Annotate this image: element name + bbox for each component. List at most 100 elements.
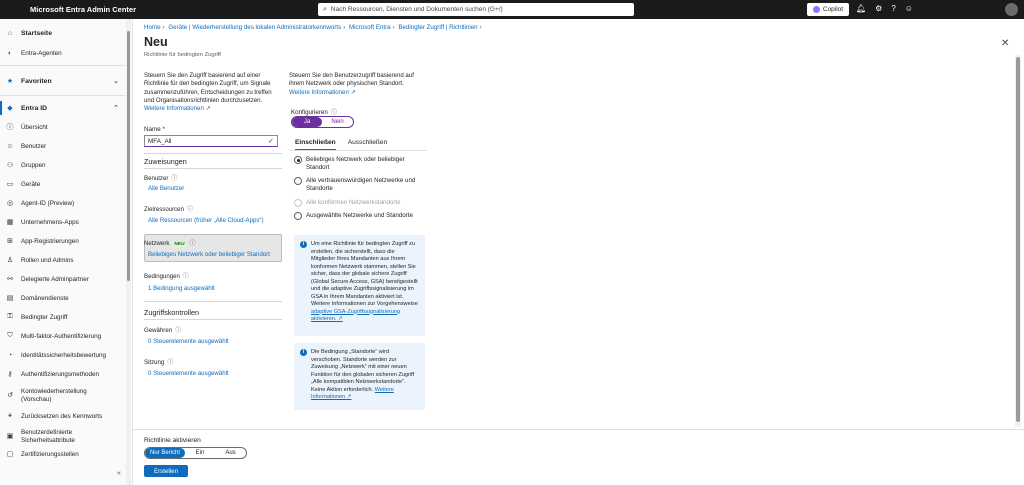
network-learn-more-link[interactable]: Weitere Informationen ↗	[289, 89, 356, 96]
domain-icon: ▤	[6, 295, 14, 302]
chevron-down-icon: ⌄	[113, 78, 119, 85]
divider	[144, 153, 282, 154]
users-link[interactable]: Alle Benutzer	[148, 185, 184, 192]
enable-policy-switch[interactable]: Nur Bericht Ein Aus	[144, 447, 247, 459]
divider	[133, 429, 1024, 430]
sidebar-item-secure-score[interactable]: ◔ Identitätssicherheitsbewertung	[0, 347, 125, 363]
sidebar-item-agent-id[interactable]: ◎ Agent-ID (Preview)	[0, 195, 125, 211]
close-icon[interactable]: ✕	[1001, 38, 1009, 49]
sidebar-item-favorites[interactable]: ★ Favoriten ⌄	[0, 73, 125, 89]
breadcrumb-ca-policies[interactable]: Bedingter Zugriff | Richtlinien	[398, 24, 477, 31]
top-bar: Microsoft Entra Admin Center ⌕ Nach Ress…	[0, 0, 1024, 19]
session-label-text: Sitzung	[144, 359, 165, 366]
tab-include[interactable]: Einschließen	[295, 139, 336, 150]
learn-more-link[interactable]: Weitere Informationen ↗	[144, 105, 211, 112]
network-link[interactable]: Beliebiges Netzwerk oder beliebiger Stan…	[148, 251, 270, 258]
toggle-no[interactable]: Nein	[322, 117, 353, 127]
create-button[interactable]: Erstellen	[144, 465, 188, 477]
breadcrumb-entra[interactable]: Microsoft Entra	[349, 24, 391, 31]
certificate-icon: ▢	[6, 451, 14, 458]
info-icon[interactable]: ⓘ	[190, 241, 196, 247]
info-icon[interactable]: ⓘ	[183, 274, 189, 280]
session-link[interactable]: 0 Steuerelemente ausgewählt	[148, 370, 229, 377]
feedback-icon[interactable]: ☺	[905, 4, 913, 13]
option-off[interactable]: Aus	[215, 450, 246, 456]
sidebar-item-conditional-access[interactable]: ⚿ Bedingter Zugriff	[0, 309, 125, 325]
info-icon[interactable]: ⓘ	[331, 109, 337, 116]
sidebar-item-entra-id[interactable]: ◆ Entra ID ⌃	[0, 100, 125, 116]
sidebar-item-domain-services[interactable]: ▤ Domänendienste	[0, 290, 125, 306]
bell-icon[interactable]: 🔔︎	[856, 4, 866, 13]
grant-link[interactable]: 0 Steuerelemente ausgewählt	[148, 338, 229, 345]
breadcrumb-devices[interactable]: Geräte | Wiederherstellung des lokalen A…	[168, 24, 341, 31]
info-icon: i	[300, 241, 307, 248]
gsa-info-link[interactable]: adaptive GSA-Zugriffssignalisierung akti…	[311, 309, 400, 323]
info-icon[interactable]: ⓘ	[175, 328, 181, 334]
name-input[interactable]: MFA_All ✓	[144, 135, 278, 147]
assignments-heading: Zuweisungen	[144, 157, 187, 166]
sidebar-item-label: Authentifizierungsmethoden	[21, 370, 100, 378]
breadcrumb-home[interactable]: Home	[144, 24, 161, 31]
option-report-only[interactable]: Nur Bericht	[145, 448, 185, 458]
radio-any-network[interactable]: Beliebiges Netzwerk oder beliebiger Stan…	[294, 156, 429, 172]
name-label: Name *	[144, 126, 165, 133]
radio-trusted-networks[interactable]: Alle vertrauenswürdigen Netzwerke und St…	[294, 177, 429, 193]
sidebar-item-custom-attributes[interactable]: ▣ Benutzerdefinierte Sicherheitsattribute	[0, 426, 125, 448]
conditions-label: Bedingungen ⓘ	[144, 271, 189, 280]
info-icon: ⓘ	[6, 124, 14, 131]
radio-button[interactable]	[294, 212, 302, 220]
radio-selected-networks[interactable]: Ausgewählte Netzwerke und Standorte	[294, 212, 429, 220]
targets-link[interactable]: Alle Ressourcen (früher „Alle Cloud-Apps…	[148, 217, 264, 224]
toggle-yes[interactable]: Ja	[292, 117, 322, 127]
sidebar-item-partners[interactable]: ⚯ Delegierte Adminpartner	[0, 271, 125, 287]
locations-info-text: Die Bedingung „Standorte“ wird verschobe…	[311, 349, 415, 393]
sidebar-item-auth-methods[interactable]: ⚷ Authentifizierungsmethoden	[0, 366, 125, 382]
sidebar-item-certificate-authorities[interactable]: ▢ Zertifizierungsstellen	[0, 446, 125, 462]
sidebar-item-users[interactable]: ☺ Benutzer	[0, 138, 125, 154]
sidebar-item-overview[interactable]: ⓘ Übersicht	[0, 119, 125, 135]
sidebar-item-groups[interactable]: ⚇ Gruppen	[0, 157, 125, 173]
sidebar-item-enterprise-apps[interactable]: ▦ Unternehmens-Apps	[0, 214, 125, 230]
divider	[0, 95, 125, 96]
sidebar-item-mfa[interactable]: ⛉ Multi-faktor-Authentifizierung	[0, 328, 125, 344]
scrollbar-thumb[interactable]	[1016, 57, 1020, 422]
sidebar-item-label: Bedingter Zugriff	[21, 313, 68, 321]
sidebar-item-roles[interactable]: ♙ Rollen und Admins	[0, 252, 125, 268]
sidebar-item-home[interactable]: ⌂ Startseite	[0, 25, 125, 41]
search-input[interactable]: ⌕ Nach Ressourcen, Diensten und Dokument…	[318, 3, 634, 16]
sidebar-item-label: Entra ID	[21, 104, 48, 112]
content-scrollbar[interactable]	[1015, 55, 1021, 427]
sidebar-item-account-recovery[interactable]: ↺ Kontowiederherstellung (Vorschau)	[0, 385, 125, 407]
policy-intro: Steuern Sie den Zugriff basierend auf ei…	[144, 72, 282, 113]
collapse-sidebar-icon[interactable]: «	[117, 470, 121, 477]
avatar[interactable]	[1005, 3, 1018, 16]
option-on[interactable]: Ein	[185, 450, 215, 456]
conditions-link[interactable]: 1 Bedingung ausgewählt	[148, 285, 215, 292]
page-title: Neu	[144, 35, 168, 49]
sidebar-item-app-registrations[interactable]: ⊞ App-Registrierungen	[0, 233, 125, 249]
info-icon[interactable]: ⓘ	[171, 176, 177, 182]
sidebar-item-label: Unternehmens-Apps	[21, 218, 79, 226]
sidebar-item-password-reset[interactable]: ⚹ Zurücksetzen des Kennworts	[0, 408, 125, 424]
session-label: Sitzung ⓘ	[144, 357, 173, 366]
sidebar-scrollbar[interactable]	[126, 19, 131, 485]
sidebar-item-devices[interactable]: ▭ Geräte	[0, 176, 125, 192]
radio-button[interactable]	[294, 156, 302, 164]
sidebar-item-entra-agents[interactable]: ◐ Entra-Agenten	[0, 45, 125, 61]
gear-icon[interactable]: ⚙	[875, 4, 882, 13]
tab-exclude[interactable]: Ausschließen	[348, 139, 388, 150]
info-icon[interactable]: ⓘ	[167, 360, 173, 366]
home-icon: ⌂	[7, 29, 13, 37]
copilot-button[interactable]: Copilot	[807, 3, 849, 16]
new-badge: NEU	[172, 242, 187, 247]
scrollbar-thumb[interactable]	[127, 31, 130, 281]
name-value: MFA_All	[148, 137, 172, 145]
help-icon[interactable]: ?	[891, 4, 895, 13]
radio-label: Alle vertrauenswürdigen Netzwerke und St…	[306, 177, 416, 192]
app-title[interactable]: Microsoft Entra Admin Center	[30, 5, 180, 14]
info-icon[interactable]: ⓘ	[187, 207, 193, 213]
radio-button[interactable]	[294, 177, 302, 185]
radio-label: Alle konformen Netzwerkstandorte	[306, 199, 401, 206]
gsa-info-box: i Um eine Richtlinie für bedingten Zugri…	[294, 235, 425, 336]
configure-toggle[interactable]: Ja Nein	[291, 116, 354, 128]
